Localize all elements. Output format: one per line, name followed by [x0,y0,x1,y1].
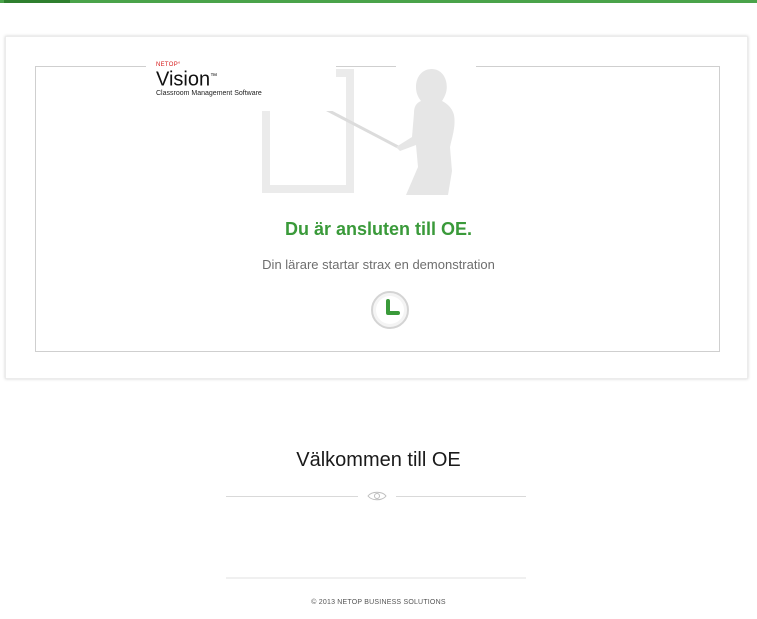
status-title: Du är ansluten till OE. [284,219,473,239]
footer-rule [226,577,526,579]
copyright-text: © 2013 NETOP BUSINESS SOLUTIONS [311,599,446,606]
clock-icon [371,291,409,329]
logo-brand-name: Vision™ [156,68,336,91]
status-subtitle: Din lärare startar strax en demonstratio… [262,257,495,272]
divider-left [226,496,358,497]
logo-trademark: ™ [210,73,218,80]
eye-icon [367,491,387,501]
netop-vision-logo: NETOP° Vision™ Classroom Management Soft… [146,61,336,111]
divider-right [396,496,526,497]
status-panel: NETOP° Vision™ Classroom Management Soft… [5,36,748,379]
welcome-title: Välkommen till OE [296,449,461,471]
logo-tagline: Classroom Management Software [156,89,262,97]
logo-brand-word: Vision [156,68,211,91]
teacher-silhouette [396,69,455,195]
top-accent-bar [0,0,757,3]
status-frame: NETOP° Vision™ Classroom Management Soft… [35,61,720,352]
top-accent-tab [4,0,70,3]
